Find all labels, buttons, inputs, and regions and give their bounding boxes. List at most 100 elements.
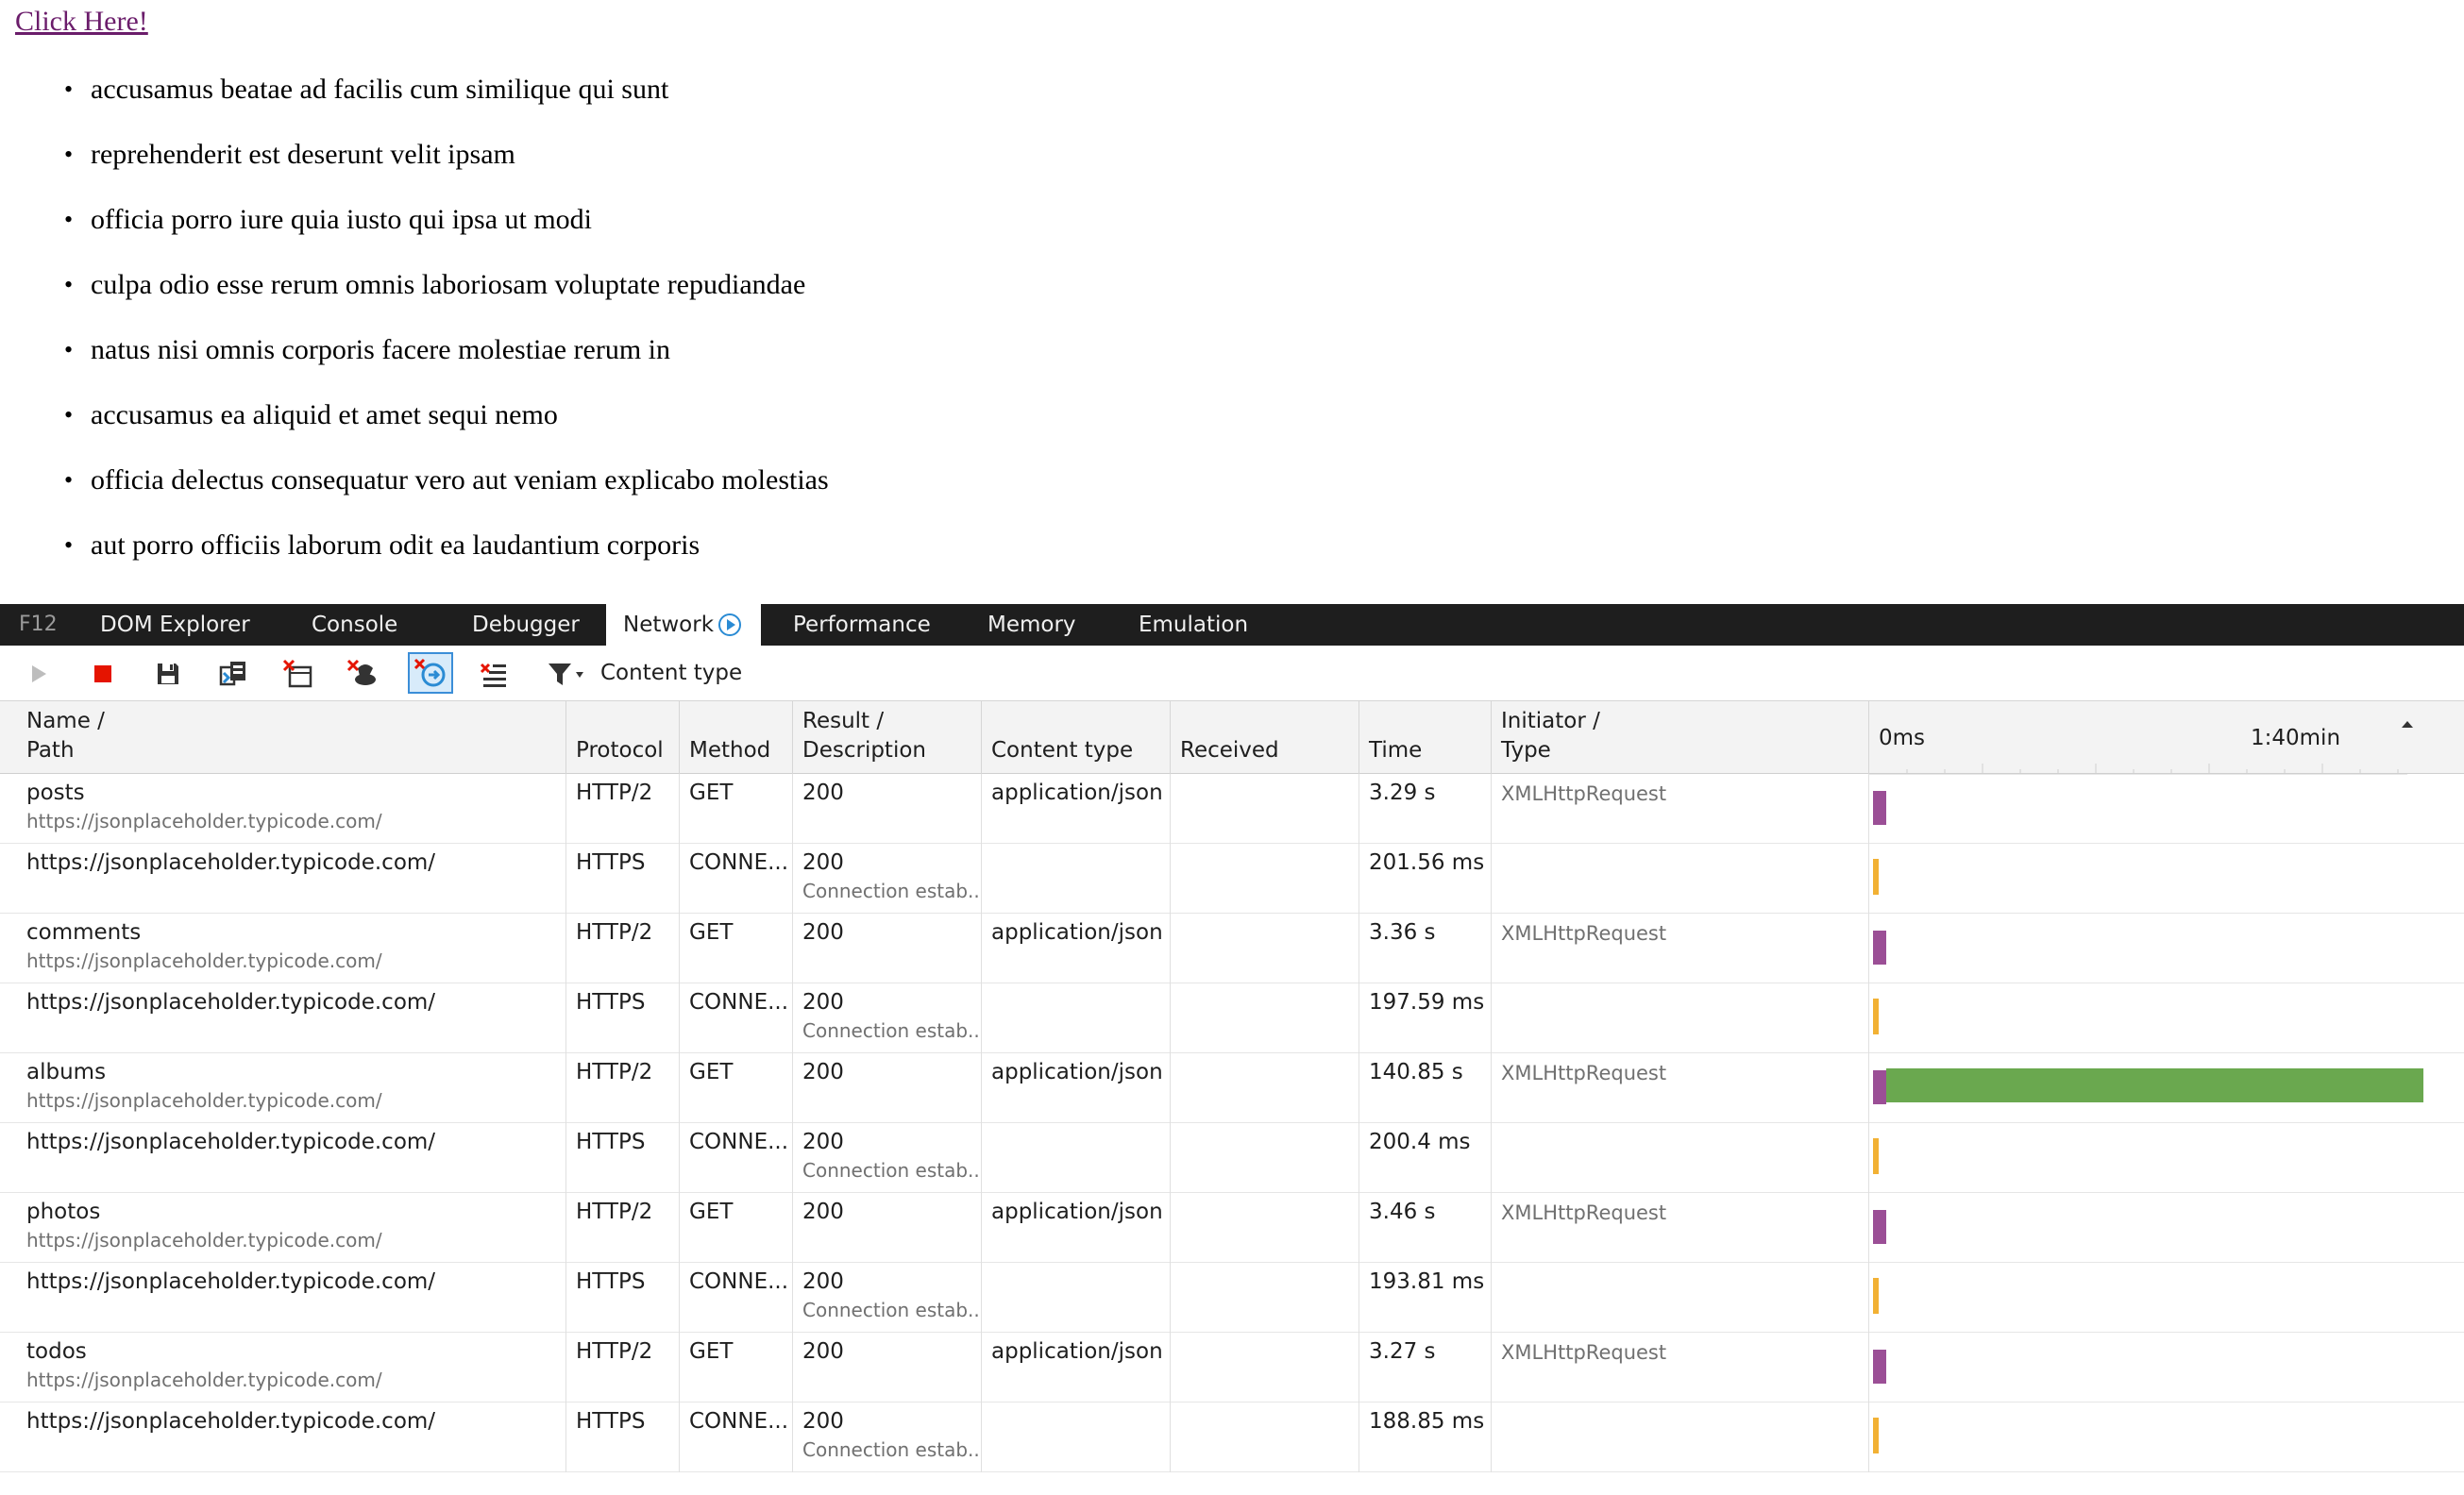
- cell-name: posts https://jsonplaceholder.typicode.co…: [0, 774, 566, 844]
- timeline-request-bar: [1873, 791, 1886, 825]
- cell-method-value: CONNE...: [689, 1130, 789, 1154]
- list-item-text: accusamus ea aliquid et amet sequi nemo: [91, 399, 558, 430]
- timeline-request-bar: [1873, 1350, 1886, 1384]
- tab-performance[interactable]: Performance: [793, 604, 931, 646]
- column-header-initiator[interactable]: Initiator / Type: [1492, 701, 1869, 775]
- save-icon[interactable]: [149, 655, 187, 693]
- cell-received: [1171, 983, 1359, 1053]
- column-header-result-line1: Result /: [802, 709, 885, 733]
- timeline-start-label: 0ms: [1879, 726, 1926, 750]
- cell-method: GET: [680, 774, 793, 844]
- cell-content-type: application/json: [982, 1193, 1171, 1263]
- clear-cache-icon[interactable]: [344, 655, 381, 693]
- cell-content-type: application/json: [982, 1053, 1171, 1123]
- cell-name: https://jsonplaceholder.typicode.com/: [0, 844, 566, 914]
- column-header-result[interactable]: Result / Description: [793, 701, 982, 775]
- timeline-connect-bar: [1873, 1138, 1879, 1174]
- cell-content-type-value: application/json: [991, 1200, 1163, 1224]
- list-item: • accusamus beatae ad facilis cum similiq…: [0, 49, 829, 114]
- cell-name: https://jsonplaceholder.typicode.com/: [0, 1263, 566, 1333]
- page-content: Click Here! • accusamus beatae ad facilis…: [0, 0, 2464, 604]
- cell-received: [1171, 1123, 1359, 1193]
- cell-name: photos https://jsonplaceholder.typicode.c…: [0, 1193, 566, 1263]
- cell-name-value: albums: [26, 1060, 107, 1084]
- cell-result: 200: [793, 1333, 982, 1403]
- tab-console[interactable]: Console: [312, 604, 397, 646]
- filter-icon[interactable]: [544, 655, 591, 693]
- cell-time-value: 200.4 ms: [1369, 1130, 1471, 1154]
- stop-icon[interactable]: [84, 655, 122, 693]
- cell-result: 200: [793, 774, 982, 844]
- cell-content-type: application/json: [982, 914, 1171, 983]
- request-row[interactable]: https://jsonplaceholder.typicode.com/HTT…: [0, 1263, 2464, 1333]
- request-row[interactable]: photos https://jsonplaceholder.typicode.c…: [0, 1193, 2464, 1263]
- column-header-name-line1: Name /: [26, 709, 105, 733]
- cell-time-value: 3.27 s: [1369, 1339, 1436, 1364]
- request-row[interactable]: posts https://jsonplaceholder.typicode.co…: [0, 774, 2464, 844]
- cell-time: 193.81 ms: [1359, 1263, 1492, 1333]
- cell-time: 200.4 ms: [1359, 1123, 1492, 1193]
- cell-protocol-value: HTTP/2: [576, 781, 653, 805]
- clear-session-icon[interactable]: [474, 655, 512, 693]
- export-icon[interactable]: [215, 655, 253, 693]
- column-header-protocol[interactable]: Protocol: [566, 701, 680, 775]
- cell-initiator: [1492, 983, 1869, 1053]
- request-row[interactable]: todos https://jsonplaceholder.typicode.co…: [0, 1333, 2464, 1403]
- timeline-request-bar: [1873, 931, 1886, 965]
- cell-method: CONNE...: [680, 844, 793, 914]
- cell-result: 200 Connection estab...: [793, 844, 982, 914]
- timeline-connect-bar: [1873, 859, 1879, 895]
- request-row[interactable]: albums https://jsonplaceholder.typicode.c…: [0, 1053, 2464, 1123]
- play-icon[interactable]: [19, 655, 57, 693]
- tab-debugger[interactable]: Debugger: [472, 604, 580, 646]
- column-header-received[interactable]: Received: [1171, 701, 1359, 775]
- tab-network[interactable]: Network: [606, 604, 761, 646]
- request-row[interactable]: https://jsonplaceholder.typicode.com/HTT…: [0, 844, 2464, 914]
- tab-dom-explorer[interactable]: DOM Explorer: [100, 604, 250, 646]
- request-row[interactable]: https://jsonplaceholder.typicode.com/HTT…: [0, 1403, 2464, 1472]
- cell-name-value: todos: [26, 1339, 87, 1364]
- column-header-name[interactable]: Name / Path: [0, 701, 566, 775]
- network-toolbar: Content type: [0, 646, 2464, 700]
- column-header-content-type[interactable]: Content type: [982, 701, 1171, 775]
- cell-initiator: XMLHttpRequest: [1492, 774, 1869, 844]
- clear-entries-icon[interactable]: [279, 655, 317, 693]
- tab-emulation[interactable]: Emulation: [1139, 604, 1248, 646]
- cell-result-value: 200: [802, 1269, 844, 1294]
- cell-protocol: HTTPS: [566, 1403, 680, 1472]
- request-path: https://jsonplaceholder.typicode.com/: [26, 1369, 382, 1391]
- cell-method-value: GET: [689, 1339, 734, 1364]
- grid-body: posts https://jsonplaceholder.typicode.co…: [0, 774, 2464, 1495]
- cell-time: 3.46 s: [1359, 1193, 1492, 1263]
- cell-name: https://jsonplaceholder.typicode.com/: [0, 1123, 566, 1193]
- tab-memory[interactable]: Memory: [987, 604, 1076, 646]
- cell-protocol: HTTPS: [566, 1123, 680, 1193]
- cell-name-value: https://jsonplaceholder.typicode.com/: [26, 990, 436, 1015]
- cell-initiator-value: XMLHttpRequest: [1501, 1341, 1667, 1364]
- request-row[interactable]: https://jsonplaceholder.typicode.com/HTT…: [0, 1123, 2464, 1193]
- column-header-timeline[interactable]: 0ms 1:40min: [1869, 701, 2436, 775]
- always-refresh-icon[interactable]: [408, 652, 453, 694]
- timeline-request-bar: [1873, 1210, 1886, 1244]
- column-header-method[interactable]: Method: [680, 701, 793, 775]
- cell-protocol-value: HTTPS: [576, 990, 646, 1015]
- tab-f12[interactable]: F12: [19, 604, 58, 646]
- result-description: Connection estab...: [802, 880, 982, 902]
- request-row[interactable]: comments https://jsonplaceholder.typicode…: [0, 914, 2464, 983]
- cell-initiator-value: XMLHttpRequest: [1501, 1201, 1667, 1224]
- cell-result: 200 Connection estab...: [793, 1123, 982, 1193]
- list-item-text: accusamus beatae ad facilis cum similiqu…: [91, 74, 669, 105]
- cell-protocol-value: HTTP/2: [576, 1060, 653, 1084]
- content-type-filter[interactable]: Content type: [600, 646, 742, 700]
- column-header-time[interactable]: Time: [1359, 701, 1492, 775]
- cell-received: [1171, 914, 1359, 983]
- cell-protocol: HTTPS: [566, 1263, 680, 1333]
- result-description: Connection estab...: [802, 1019, 982, 1042]
- request-row[interactable]: https://jsonplaceholder.typicode.com/HTT…: [0, 983, 2464, 1053]
- result-description: Connection estab...: [802, 1159, 982, 1182]
- request-path: https://jsonplaceholder.typicode.com/: [26, 1089, 382, 1112]
- cell-content-type-value: application/json: [991, 781, 1163, 805]
- cell-name: todos https://jsonplaceholder.typicode.co…: [0, 1333, 566, 1403]
- click-here-link[interactable]: Click Here!: [15, 6, 148, 38]
- list-item: • aut porro officiis laborum odit ea laud…: [0, 505, 829, 570]
